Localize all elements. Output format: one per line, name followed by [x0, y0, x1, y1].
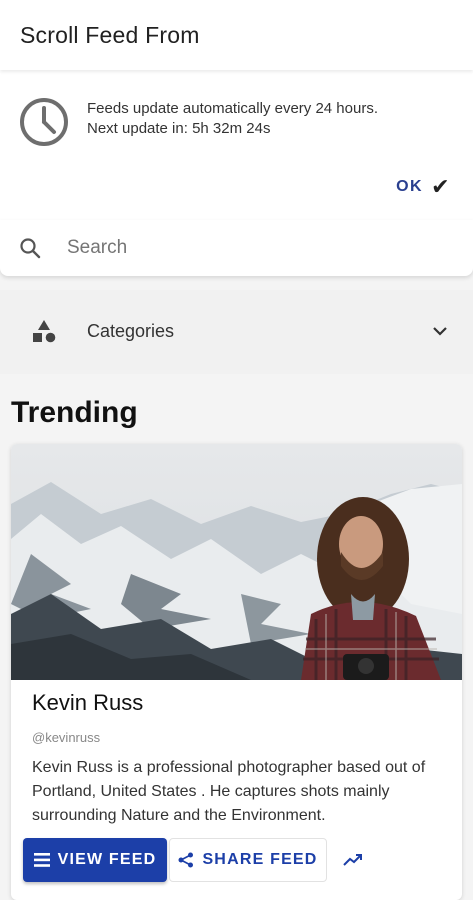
- trending-button[interactable]: [337, 844, 369, 876]
- ok-label: OK: [396, 178, 424, 195]
- list-icon: [33, 853, 50, 867]
- profile-name: Kevin Russ: [32, 690, 144, 715]
- view-feed-label: VIEW FEED: [57, 851, 157, 868]
- app-bar: Scroll Feed From: [0, 0, 473, 70]
- view-feed-button[interactable]: VIEW FEED: [23, 838, 167, 882]
- profile-bio: Kevin Russ is a professional photographe…: [32, 759, 426, 824]
- search-icon: [20, 238, 41, 259]
- notice-line-2: Next update in: 5h 32m 24s: [87, 120, 271, 137]
- notice-line-1: Feeds update automatically every 24 hour…: [87, 100, 378, 117]
- chevron-down-icon: [433, 327, 447, 336]
- check-icon: ✔: [431, 174, 451, 199]
- search-input[interactable]: [67, 232, 447, 264]
- profile-handle: @kevinruss: [32, 730, 101, 745]
- share-feed-label: SHARE FEED: [202, 851, 318, 868]
- share-feed-button[interactable]: SHARE FEED: [169, 838, 327, 882]
- categories-dropdown[interactable]: Categories: [0, 290, 473, 374]
- search-bar: [0, 220, 473, 276]
- clock-icon: [20, 98, 68, 146]
- trending-up-icon: [343, 854, 362, 866]
- ok-button[interactable]: OK ✔: [396, 174, 451, 200]
- page-title: Scroll Feed From: [20, 22, 200, 48]
- update-notice: Feeds update automatically every 24 hour…: [0, 70, 473, 220]
- categories-label: Categories: [87, 321, 175, 341]
- shapes-icon: [33, 320, 56, 343]
- feed-card: Kevin Russ @kevinruss Kevin Russ is a pr…: [11, 444, 462, 900]
- section-heading: Trending: [11, 396, 138, 429]
- profile-photo: [11, 444, 462, 680]
- share-icon: [178, 852, 194, 868]
